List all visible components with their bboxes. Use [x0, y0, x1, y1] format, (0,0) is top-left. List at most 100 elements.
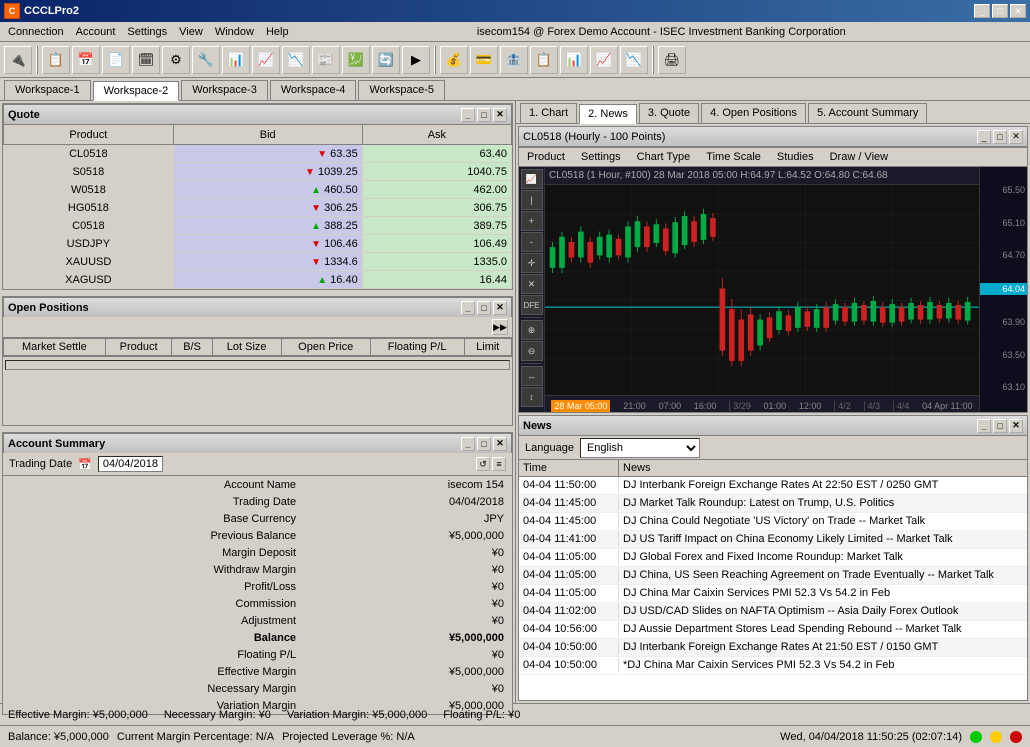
chart-menu-type[interactable]: Chart Type	[629, 149, 699, 165]
tb-btn-2[interactable]: 📅	[72, 46, 100, 74]
chart-tool-pointer[interactable]: ↕	[521, 387, 543, 407]
tb-btn-7[interactable]: 📊	[222, 46, 250, 74]
account-action-btn[interactable]: ≡	[492, 457, 506, 471]
tb-btn-14[interactable]: 💰	[440, 46, 468, 74]
chart-menu-timescale[interactable]: Time Scale	[698, 149, 769, 165]
account-refresh-btn[interactable]: ↺	[476, 457, 490, 471]
chart-tool-zoom-out[interactable]: -	[521, 232, 543, 252]
news-restore-btn[interactable]: □	[993, 419, 1007, 433]
chart-header-controls[interactable]: _ □ ✕	[977, 130, 1023, 144]
news-close-btn[interactable]: ✕	[1009, 419, 1023, 433]
workspace-tab-3[interactable]: Workspace-3	[181, 80, 268, 100]
news-row[interactable]: 04-04 11:41:00 DJ US Tariff Impact on Ch…	[519, 531, 1027, 549]
quote-row[interactable]: CL0518 ▼ 63.35 63.40	[4, 145, 512, 163]
tb-btn-21[interactable]: 🖨	[658, 46, 686, 74]
chart-tool-cursor[interactable]: ✛	[521, 253, 543, 273]
account-header-controls[interactable]: _ □ ✕	[461, 437, 507, 451]
chart-menu-product[interactable]: Product	[519, 149, 573, 165]
tb-btn-8[interactable]: 📈	[252, 46, 280, 74]
account-minimize-btn[interactable]: _	[461, 437, 475, 451]
tab-chart[interactable]: 1. Chart	[520, 103, 577, 123]
tb-btn-20[interactable]: 📉	[620, 46, 648, 74]
tab-quote[interactable]: 3. Quote	[639, 103, 699, 123]
quote-row[interactable]: W0518 ▲ 460.50 462.00	[4, 181, 512, 199]
news-row[interactable]: 04-04 11:45:00 DJ China Could Negotiate …	[519, 513, 1027, 531]
chart-menu-studies[interactable]: Studies	[769, 149, 822, 165]
news-row[interactable]: 04-04 11:05:00 DJ China, US Seen Reachin…	[519, 567, 1027, 585]
quote-header-controls[interactable]: _ □ ✕	[461, 108, 507, 122]
tab-open-positions[interactable]: 4. Open Positions	[701, 103, 806, 123]
quote-row[interactable]: HG0518 ▼ 306.25 306.75	[4, 199, 512, 217]
news-row[interactable]: 04-04 11:05:00 DJ Global Forex and Fixed…	[519, 549, 1027, 567]
news-row[interactable]: 04-04 11:02:00 DJ USD/CAD Slides on NAFT…	[519, 603, 1027, 621]
positions-restore-btn[interactable]: □	[477, 301, 491, 315]
maximize-button[interactable]: □	[992, 4, 1008, 18]
quote-close-btn[interactable]: ✕	[493, 108, 507, 122]
quote-row[interactable]: C0518 ▲ 388.25 389.75	[4, 217, 512, 235]
workspace-tab-2[interactable]: Workspace-2	[93, 81, 180, 101]
menu-settings[interactable]: Settings	[121, 24, 173, 40]
workspace-tab-5[interactable]: Workspace-5	[358, 80, 445, 100]
quote-row[interactable]: S0518 ▼ 1039.25 1040.75	[4, 163, 512, 181]
chart-tool-zoom-in[interactable]: +	[521, 211, 543, 231]
news-row[interactable]: 04-04 10:50:00 *DJ China Mar Caixin Serv…	[519, 657, 1027, 675]
tab-account-summary[interactable]: 5. Account Summary	[808, 103, 928, 123]
chart-close-btn[interactable]: ✕	[1009, 130, 1023, 144]
minimize-button[interactable]: _	[974, 4, 990, 18]
chart-tool-line[interactable]: 📈	[521, 169, 543, 189]
chart-minimize-btn[interactable]: _	[977, 130, 991, 144]
quote-row[interactable]: XAUUSD ▼ 1334.6 1335.0	[4, 253, 512, 271]
positions-minimize-btn[interactable]: _	[461, 301, 475, 315]
tb-btn-13[interactable]: ▶	[402, 46, 430, 74]
chart-menu-draw[interactable]: Draw / View	[822, 149, 896, 165]
menu-help[interactable]: Help	[260, 24, 295, 40]
menu-account[interactable]: Account	[70, 24, 122, 40]
language-select[interactable]: English	[580, 438, 700, 458]
chart-tool-search-plus[interactable]: ⊕	[521, 320, 543, 340]
news-header-controls[interactable]: _ □ ✕	[977, 419, 1023, 433]
quote-row[interactable]: USDJPY ▼ 106.46 106.49	[4, 235, 512, 253]
tb-btn-1[interactable]: 📋	[42, 46, 70, 74]
quote-restore-btn[interactable]: □	[477, 108, 491, 122]
positions-close-btn[interactable]: ✕	[493, 301, 507, 315]
chart-tool-move[interactable]: ↔	[521, 366, 543, 386]
quote-minimize-btn[interactable]: _	[461, 108, 475, 122]
tb-btn-11[interactable]: 💹	[342, 46, 370, 74]
workspace-tab-4[interactable]: Workspace-4	[270, 80, 357, 100]
tb-btn-18[interactable]: 📊	[560, 46, 588, 74]
chart-tool-cross[interactable]: ✕	[521, 274, 543, 294]
tb-btn-3[interactable]: 📄	[102, 46, 130, 74]
close-button[interactable]: ✕	[1010, 4, 1026, 18]
news-row[interactable]: 04-04 10:50:00 DJ Interbank Foreign Exch…	[519, 639, 1027, 657]
quote-row[interactable]: XAGUSD ▲ 16.40 16.44	[4, 271, 512, 289]
account-restore-btn[interactable]: □	[477, 437, 491, 451]
tb-btn-17[interactable]: 📋	[530, 46, 558, 74]
menu-window[interactable]: Window	[209, 24, 260, 40]
tb-btn-19[interactable]: 📈	[590, 46, 618, 74]
workspace-tab-1[interactable]: Workspace-1	[4, 80, 91, 100]
chart-tool-dfe[interactable]: DFE	[521, 295, 543, 315]
news-minimize-btn[interactable]: _	[977, 419, 991, 433]
tb-btn-12[interactable]: 🔄	[372, 46, 400, 74]
tb-btn-4[interactable]: 🗓	[132, 46, 160, 74]
tb-btn-16[interactable]: 🏦	[500, 46, 528, 74]
chart-tool-candle[interactable]: |	[521, 190, 543, 210]
menu-view[interactable]: View	[173, 24, 209, 40]
tb-btn-10[interactable]: 📰	[312, 46, 340, 74]
news-list[interactable]: 04-04 11:50:00 DJ Interbank Foreign Exch…	[519, 477, 1027, 700]
positions-header-controls[interactable]: _ □ ✕	[461, 301, 507, 315]
title-controls[interactable]: _ □ ✕	[974, 4, 1026, 18]
news-row[interactable]: 04-04 11:50:00 DJ Interbank Foreign Exch…	[519, 477, 1027, 495]
tb-btn-15[interactable]: 💳	[470, 46, 498, 74]
chart-restore-btn[interactable]: □	[993, 130, 1007, 144]
tb-btn-5[interactable]: ⚙	[162, 46, 190, 74]
tab-news[interactable]: 2. News	[579, 104, 637, 124]
account-close-btn[interactable]: ✕	[493, 437, 507, 451]
tb-btn-9[interactable]: 📉	[282, 46, 310, 74]
positions-scroll-arrows[interactable]: ▶▶	[492, 319, 508, 335]
tb-btn-6[interactable]: 🔧	[192, 46, 220, 74]
trading-date-field[interactable]: 04/04/2018	[98, 456, 163, 472]
menu-connection[interactable]: Connection	[2, 24, 70, 40]
tb-connection-btn[interactable]: 🔌	[4, 46, 32, 74]
news-row[interactable]: 04-04 11:45:00 DJ Market Talk Roundup: L…	[519, 495, 1027, 513]
